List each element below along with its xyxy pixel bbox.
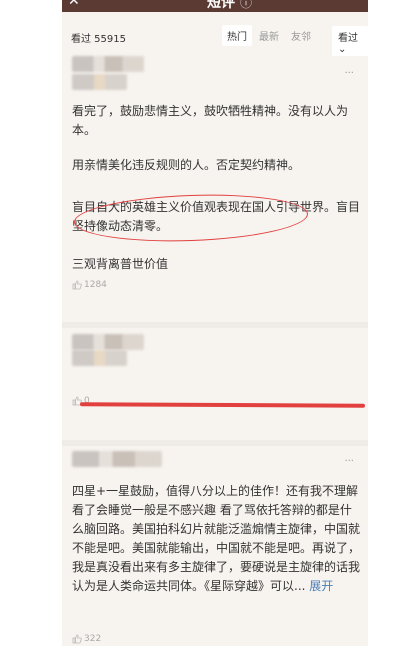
close-icon[interactable]: ✕ [68, 0, 80, 9]
phone-screen: ✕ 短评 ⓘ 看过 55915 热门 最新 友邻 看过⌄ ··· 看完了，鼓励悲… [62, 0, 368, 646]
more-icon[interactable]: ··· [344, 68, 354, 79]
top-bar: ✕ 短评 ⓘ [62, 0, 368, 12]
review-body: 四星+一星鼓励，值得八分以上的佳作！还有我不理解 看了会睡觉一般是不感兴趣 看了… [72, 484, 361, 593]
chevron-down-icon: ⌄ [338, 44, 347, 55]
blurred-user-info [72, 350, 127, 366]
filter-bar: 看过 55915 热门 最新 友邻 看过⌄ [62, 24, 368, 58]
blurred-user-info [72, 74, 127, 90]
tab-friends[interactable]: 友邻 [286, 25, 316, 46]
review-text: 看完了，鼓励悲情主义，鼓吹牺牲精神。没有以人为本。 [72, 104, 349, 137]
review-text: 三观背离普世价值 [72, 257, 169, 271]
blurred-user-info [72, 56, 144, 72]
info-icon[interactable]: ⓘ [240, 0, 252, 11]
thumbs-up-icon [72, 280, 82, 290]
blurred-user-info [72, 451, 162, 467]
review-card-1: ··· 看完了，鼓励悲情主义，鼓吹牺牲精神。没有以人为本。 用亲情美化违反规则的… [62, 56, 368, 306]
review-card-3: ··· 四星+一星鼓励，值得八分以上的佳作！还有我不理解 看了会睡觉一般是不感兴… [62, 440, 368, 646]
expand-link[interactable]: 展开 [309, 579, 333, 593]
like-count: 322 [84, 634, 102, 644]
blurred-user-info [72, 334, 144, 350]
watched-count: 看过 55915 [71, 34, 126, 45]
review-text: 用亲情美化违反规则的人。否定契约精神。 [72, 158, 301, 172]
status-dropdown[interactable]: 看过⌄ [332, 26, 368, 58]
thumbs-up-icon [72, 634, 82, 644]
like-count: 1284 [84, 280, 107, 290]
tab-hot[interactable]: 热门 [222, 25, 252, 46]
tab-latest[interactable]: 最新 [254, 25, 284, 46]
more-icon[interactable]: ··· [344, 456, 354, 467]
page-title: 短评 [207, 0, 235, 11]
sort-tabs: 热门 最新 友邻 [222, 25, 318, 46]
review-text: 四星+一星鼓励，值得八分以上的佳作！还有我不理解 看了会睡觉一般是不感兴趣 看了… [72, 482, 362, 596]
status-dropdown-label: 看过 [338, 33, 358, 44]
like-button[interactable]: 322 [72, 634, 101, 644]
review-card-2: 0 [62, 322, 368, 436]
like-button[interactable]: 1284 [72, 280, 107, 290]
